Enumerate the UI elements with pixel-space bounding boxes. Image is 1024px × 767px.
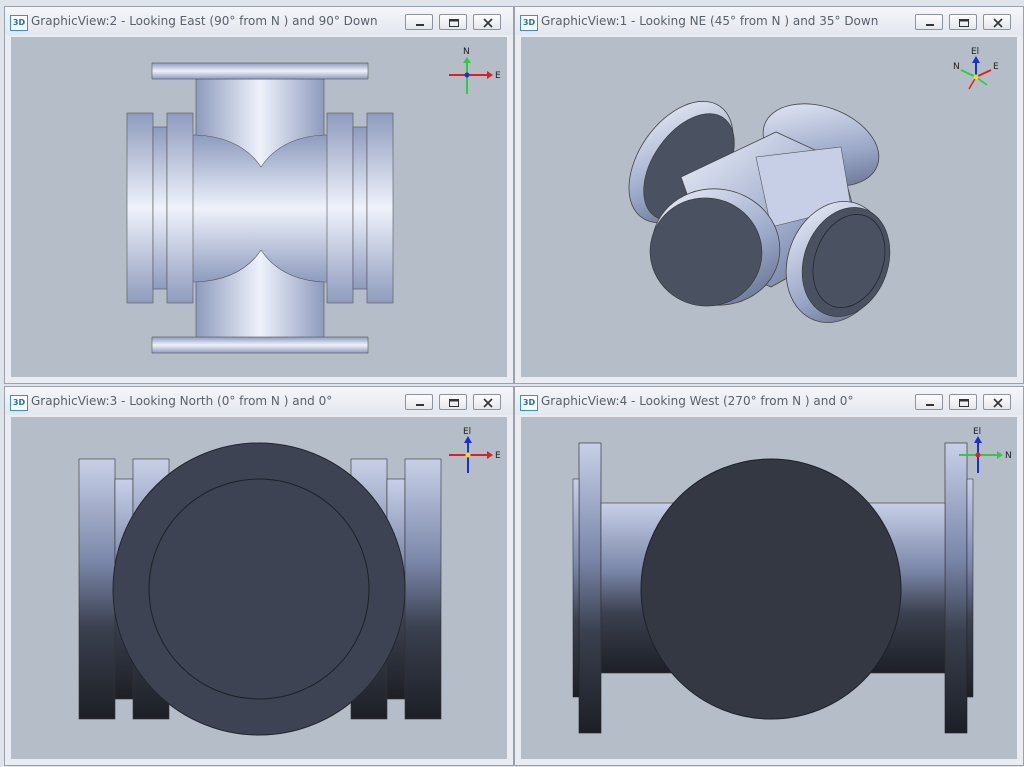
axis-triad: El N E bbox=[953, 47, 999, 90]
3d-view-icon: 3D bbox=[10, 15, 28, 31]
axis-triad: El N bbox=[959, 427, 1012, 473]
axis-label-up: El bbox=[463, 427, 471, 437]
viewport-northeast-iso[interactable]: El N E bbox=[521, 37, 1017, 377]
close-button[interactable] bbox=[473, 394, 501, 410]
title-bar[interactable]: 3D GraphicView:3 - Looking North (0° fro… bbox=[5, 387, 513, 415]
axis-label-right: E bbox=[495, 71, 501, 81]
restore-icon bbox=[449, 19, 459, 27]
window-title: GraphicView:1 - Looking NE (45° from N )… bbox=[541, 14, 879, 28]
window-title: GraphicView:4 - Looking West (270° from … bbox=[541, 394, 854, 408]
graphic-view-3-window[interactable]: 3D GraphicView:3 - Looking North (0° fro… bbox=[4, 386, 514, 766]
title-bar[interactable]: 3D GraphicView:4 - Looking West (270° fr… bbox=[515, 387, 1023, 415]
close-icon bbox=[483, 18, 493, 28]
restore-button[interactable] bbox=[439, 394, 467, 410]
minimize-icon bbox=[416, 404, 424, 406]
minimize-button[interactable] bbox=[915, 394, 943, 410]
graphic-view-2-window[interactable]: 3D GraphicView:2 - Looking East (90° fro… bbox=[4, 6, 514, 384]
restore-button[interactable] bbox=[949, 394, 977, 410]
restore-icon bbox=[959, 19, 969, 27]
viewport-east-top[interactable]: N E bbox=[11, 37, 507, 377]
axis-label-left: N bbox=[953, 62, 960, 72]
minimize-icon bbox=[926, 24, 934, 26]
close-icon bbox=[993, 18, 1003, 28]
3d-view-icon: 3D bbox=[520, 15, 538, 31]
axis-triad: El E bbox=[449, 427, 501, 473]
restore-button[interactable] bbox=[439, 14, 467, 30]
title-bar[interactable]: 3D GraphicView:1 - Looking NE (45° from … bbox=[515, 7, 1023, 35]
graphic-view-1-window[interactable]: 3D GraphicView:1 - Looking NE (45° from … bbox=[514, 6, 1024, 384]
axis-label-up: N bbox=[463, 47, 470, 57]
axis-triad: N E bbox=[449, 47, 501, 94]
restore-button[interactable] bbox=[949, 14, 977, 30]
close-icon bbox=[483, 398, 493, 408]
viewport-north-front[interactable]: El E bbox=[11, 417, 507, 759]
restore-icon bbox=[449, 399, 459, 407]
minimize-button[interactable] bbox=[915, 14, 943, 30]
minimize-icon bbox=[416, 24, 424, 26]
3d-view-icon: 3D bbox=[520, 395, 538, 411]
close-icon bbox=[993, 398, 1003, 408]
close-button[interactable] bbox=[983, 394, 1011, 410]
title-bar[interactable]: 3D GraphicView:2 - Looking East (90° fro… bbox=[5, 7, 513, 35]
graphic-view-4-window[interactable]: 3D GraphicView:4 - Looking West (270° fr… bbox=[514, 386, 1024, 766]
axis-label-right: E bbox=[993, 62, 999, 72]
window-title: GraphicView:2 - Looking East (90° from N… bbox=[31, 14, 378, 28]
close-button[interactable] bbox=[983, 14, 1011, 30]
minimize-icon bbox=[926, 404, 934, 406]
restore-icon bbox=[959, 399, 969, 407]
close-button[interactable] bbox=[473, 14, 501, 30]
axis-label-right: E bbox=[495, 451, 501, 461]
window-title: GraphicView:3 - Looking North (0° from N… bbox=[31, 394, 333, 408]
3d-view-icon: 3D bbox=[10, 395, 28, 411]
axis-label-up: El bbox=[971, 47, 979, 57]
minimize-button[interactable] bbox=[405, 14, 433, 30]
viewport-west-side[interactable]: El N bbox=[521, 417, 1017, 759]
minimize-button[interactable] bbox=[405, 394, 433, 410]
axis-label-right: N bbox=[1005, 451, 1012, 461]
axis-label-up: El bbox=[973, 427, 981, 437]
